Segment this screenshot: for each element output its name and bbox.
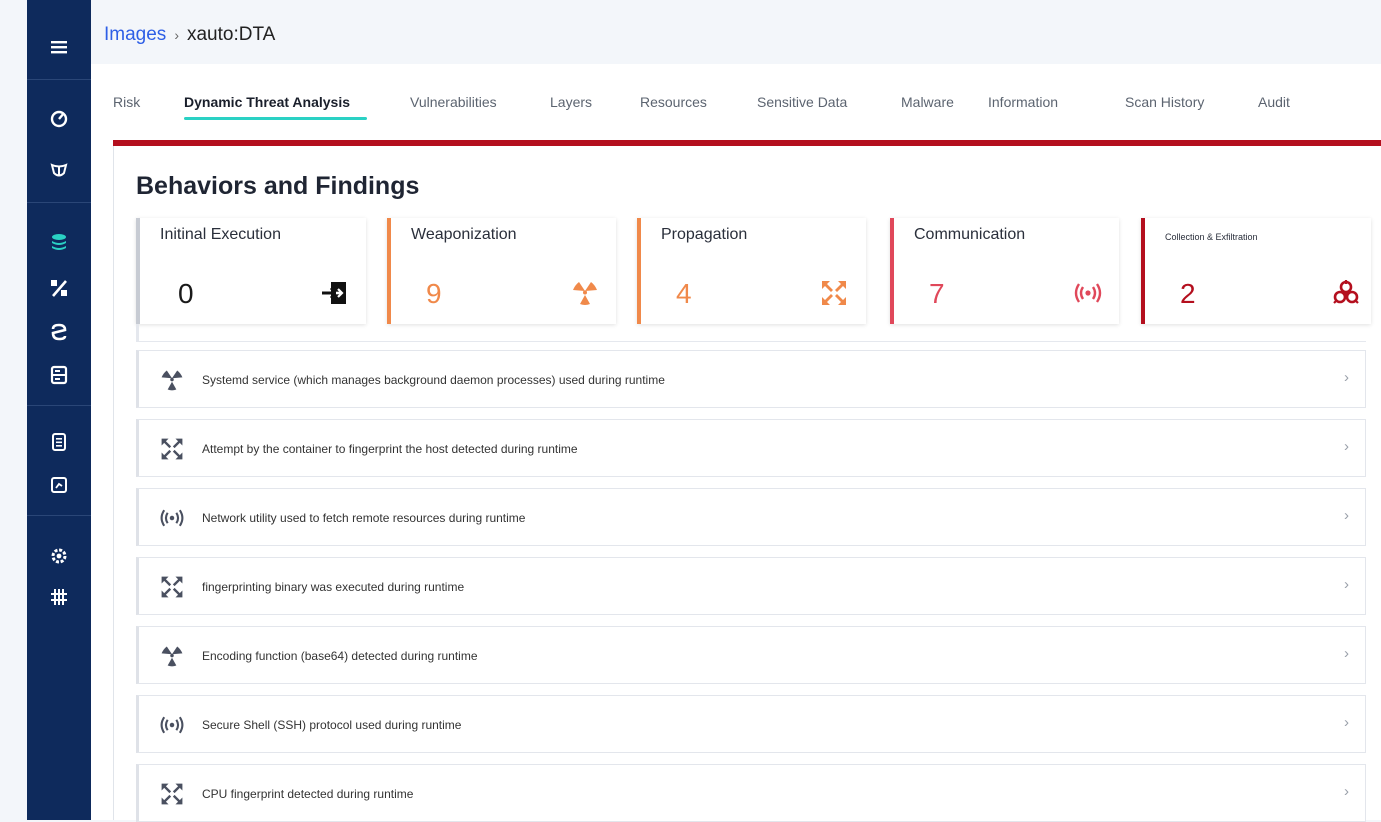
card-title: Initinal Execution [160, 226, 281, 243]
percent-icon[interactable] [27, 268, 91, 308]
card-count: 4 [676, 278, 692, 309]
broadcast-icon [1074, 283, 1102, 303]
tab-resources[interactable]: Resources [640, 94, 707, 110]
card-propagation[interactable]: Propagation 4 [637, 218, 866, 324]
registry-icon[interactable] [27, 312, 91, 352]
card-count: 9 [426, 278, 442, 309]
tab-malware[interactable]: Malware [901, 94, 954, 110]
tab-layers[interactable]: Layers [550, 94, 592, 110]
findings-header-strip [136, 324, 1366, 342]
chevron-right-icon[interactable]: › [1344, 576, 1349, 593]
server-icon[interactable] [27, 355, 91, 395]
chevron-right-icon[interactable]: › [1344, 369, 1349, 386]
chevron-right-icon[interactable]: › [1344, 507, 1349, 524]
radiation-icon [161, 646, 183, 667]
finding-row[interactable]: Network utility used to fetch remote res… [136, 488, 1366, 546]
execution-icon [322, 282, 346, 304]
card-collection-exfiltration[interactable]: Collection & Exfiltration 2 [1141, 218, 1371, 324]
card-count: 0 [178, 278, 194, 309]
behaviors-section: Behaviors and Findings Initinal Executio… [113, 146, 1381, 822]
tab-bar: Risk Dynamic Threat Analysis Vulnerabili… [91, 64, 1381, 142]
finding-row[interactable]: Secure Shell (SSH) protocol used during … [136, 695, 1366, 753]
card-accent-bar [890, 218, 894, 324]
document-icon[interactable] [27, 422, 91, 462]
card-weaponization[interactable]: Weaponization 9 [387, 218, 616, 324]
finding-row[interactable]: fingerprinting binary was executed durin… [136, 557, 1366, 615]
card-accent-bar [387, 218, 391, 324]
finding-text: Systemd service (which manages backgroun… [202, 373, 665, 387]
card-communication[interactable]: Communication 7 [890, 218, 1119, 324]
tab-risk[interactable]: Risk [113, 94, 140, 110]
propagation-icon [161, 438, 183, 460]
card-initial-execution[interactable]: Initinal Execution 0 [136, 218, 366, 324]
card-count: 7 [929, 278, 945, 309]
card-title: Propagation [661, 226, 748, 243]
propagation-icon [161, 783, 183, 805]
main-area: Images › xauto:DTA Risk Dynamic Threat A… [91, 0, 1381, 822]
images-stack-icon[interactable] [27, 222, 91, 262]
card-title: Weaponization [411, 226, 517, 243]
sidebar [27, 0, 91, 820]
chevron-right-icon[interactable]: › [1344, 438, 1349, 455]
propagation-icon [822, 281, 846, 305]
chevron-right-icon[interactable]: › [1344, 645, 1349, 662]
card-count: 2 [1180, 278, 1196, 309]
report-icon[interactable] [27, 465, 91, 505]
finding-row[interactable]: CPU fingerprint detected during runtime … [136, 764, 1366, 822]
topbar: Images › xauto:DTA [91, 0, 1381, 64]
breadcrumb-separator: › [174, 27, 179, 43]
tab-dynamic-threat-analysis[interactable]: Dynamic Threat Analysis [184, 94, 350, 110]
tab-vulnerabilities[interactable]: Vulnerabilities [410, 94, 497, 110]
radiation-icon [161, 370, 183, 391]
chevron-right-icon[interactable]: › [1344, 783, 1349, 800]
settings-icon[interactable] [27, 536, 91, 576]
broadcast-icon [160, 716, 184, 734]
finding-text: Attempt by the container to fingerprint … [202, 442, 578, 456]
card-accent-bar [637, 218, 641, 324]
tab-sensitive-data[interactable]: Sensitive Data [757, 94, 847, 110]
card-title: Communication [914, 226, 1026, 243]
broadcast-icon [160, 509, 184, 527]
breadcrumb: Images › xauto:DTA [104, 24, 275, 46]
radiation-icon [573, 282, 597, 305]
breadcrumb-images-link[interactable]: Images [104, 24, 166, 46]
grid-icon[interactable] [27, 577, 91, 617]
card-accent-bar [136, 218, 140, 324]
card-accent-bar [1141, 218, 1145, 324]
finding-row[interactable]: Systemd service (which manages backgroun… [136, 350, 1366, 408]
section-title: Behaviors and Findings [136, 172, 420, 200]
finding-text: CPU fingerprint detected during runtime [202, 787, 414, 801]
tab-scan-history[interactable]: Scan History [1125, 94, 1204, 110]
tab-information[interactable]: Information [988, 94, 1058, 110]
finding-text: fingerprinting binary was executed durin… [202, 580, 465, 594]
active-tab-indicator [184, 117, 367, 120]
finding-row[interactable]: Encoding function (base64) detected duri… [136, 626, 1366, 684]
biohazard-icon [1333, 280, 1359, 304]
propagation-icon [161, 576, 183, 598]
finding-row[interactable]: Attempt by the container to fingerprint … [136, 419, 1366, 477]
chevron-right-icon[interactable]: › [1344, 714, 1349, 731]
menu-icon[interactable] [27, 27, 91, 67]
breadcrumb-current: xauto:DTA [186, 24, 276, 45]
finding-text: Network utility used to fetch remote res… [202, 511, 526, 525]
finding-text: Encoding function (base64) detected duri… [202, 649, 478, 663]
card-title: Collection & Exfiltration [1165, 232, 1258, 242]
finding-text: Secure Shell (SSH) protocol used during … [202, 718, 462, 732]
tab-audit[interactable]: Audit [1258, 94, 1290, 110]
dashboard-icon[interactable] [27, 98, 91, 138]
shield-icon[interactable] [27, 151, 91, 191]
